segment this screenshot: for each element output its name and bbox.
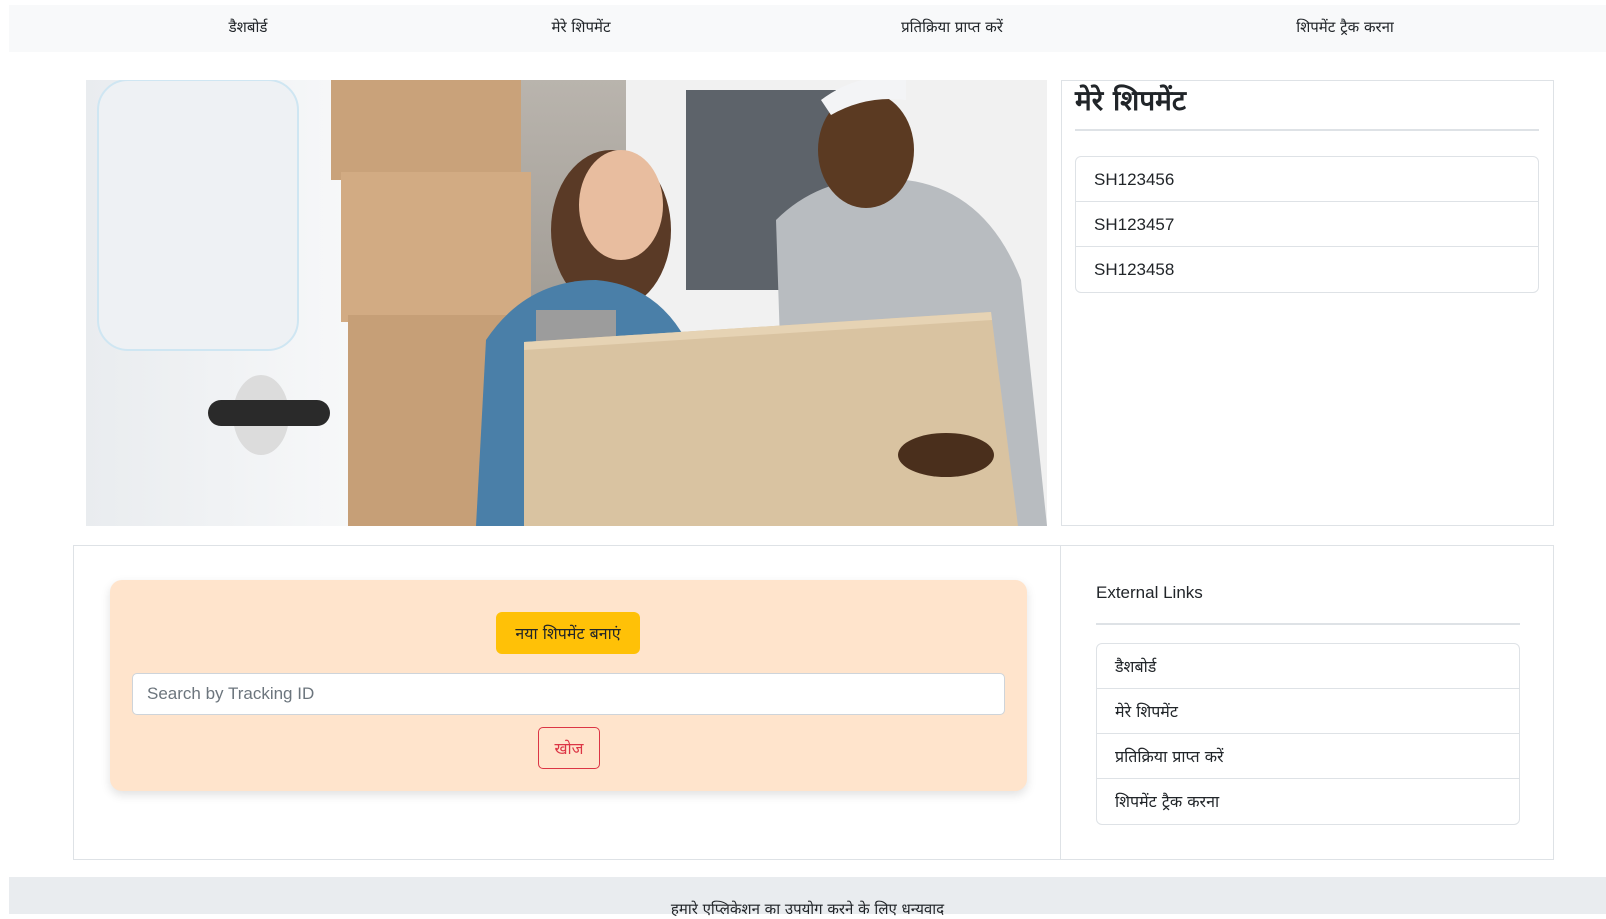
- external-links-list: डैशबोर्ड मेरे शिपमेंट प्रतिक्रिया प्राप्…: [1096, 643, 1520, 825]
- shipment-list: SH123456 SH123457 SH123458: [1075, 156, 1539, 293]
- shipment-item[interactable]: SH123458: [1076, 247, 1538, 292]
- create-shipment-button[interactable]: नया शिपमेंट बनाएं: [496, 612, 640, 654]
- search-card: नया शिपमेंट बनाएं खोज: [110, 580, 1027, 791]
- top-nav: डैशबोर्ड मेरे शिपमेंट प्रतिक्रिया प्राप्…: [9, 5, 1606, 52]
- hero-image: [86, 80, 1047, 526]
- external-link-get-feedback[interactable]: प्रतिक्रिया प्राप्त करें: [1097, 734, 1519, 779]
- footer-text: हमारे एप्लिकेशन का उपयोग करने के लिए धन्…: [670, 900, 945, 918]
- nav-my-shipments[interactable]: मेरे शिपमेंट: [551, 5, 610, 49]
- nav-get-feedback[interactable]: प्रतिक्रिया प्राप्त करें: [901, 5, 1003, 49]
- my-shipments-title: मेरे शिपमेंट: [1075, 84, 1186, 117]
- external-link-my-shipments[interactable]: मेरे शिपमेंट: [1097, 689, 1519, 734]
- shipment-item[interactable]: SH123457: [1076, 202, 1538, 247]
- external-links-title: External Links: [1096, 583, 1203, 602]
- shipment-actions-panel: नया शिपमेंट बनाएं खोज: [73, 545, 1061, 860]
- divider: [1096, 623, 1520, 625]
- divider: [1075, 129, 1539, 131]
- external-links-panel: External Links डैशबोर्ड मेरे शिपमेंट प्र…: [1060, 545, 1554, 860]
- footer: हमारे एप्लिकेशन का उपयोग करने के लिए धन्…: [9, 877, 1606, 918]
- nav-dashboard[interactable]: डैशबोर्ड: [229, 5, 268, 49]
- my-shipments-panel: मेरे शिपमेंट SH123456 SH123457 SH123458: [1061, 80, 1554, 526]
- tracking-search-input[interactable]: [132, 673, 1005, 715]
- nav-track-shipment[interactable]: शिपमेंट ट्रैक करना: [1296, 5, 1394, 49]
- search-button[interactable]: खोज: [538, 727, 600, 769]
- external-link-track-shipment[interactable]: शिपमेंट ट्रैक करना: [1097, 779, 1519, 824]
- shipment-item[interactable]: SH123456: [1076, 157, 1538, 202]
- external-link-dashboard[interactable]: डैशबोर्ड: [1097, 644, 1519, 689]
